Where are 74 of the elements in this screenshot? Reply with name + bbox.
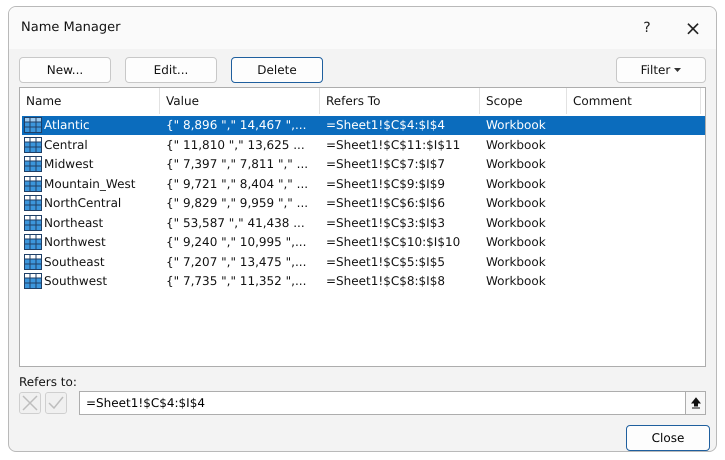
name-row[interactable]: Northwest {" 9,240 "," 10,995 ",... =Sheet1!$C$10:$I$10 Workbook — [22, 232, 705, 252]
table-cell-text: {" 9,240 "," 10,995 ",... — [165, 235, 308, 250]
table-cell-text: {" 7,735 "," 11,352 ",... — [165, 274, 308, 288]
name-row[interactable]: NorthCentral {" 9,829 "," 9,959 "," ... =Sheet1!$C$6:$I$6 Workbook — [22, 194, 705, 214]
table-cell-text: =Sheet1!$C$7:$I$7 — [325, 157, 446, 172]
close-button[interactable]: × — [670, 14, 716, 41]
table-cell-text: {" 11,810 "," 13,625 ... — [165, 138, 306, 152]
refers-to-field[interactable]: =Sheet1!$C$4:$I$4 — [79, 391, 685, 415]
table-cell: Midwest — [44, 157, 94, 172]
column-header[interactable]: Scope — [480, 88, 567, 114]
cross-icon — [22, 395, 38, 411]
table-cell: Mountain_West — [44, 176, 136, 191]
column-header[interactable]: Name — [20, 88, 160, 114]
column-header[interactable]: Refers To — [320, 88, 480, 114]
table-cell-text: =Sheet1!$C$5:$I$5 — [325, 254, 446, 269]
toolbar-button[interactable]: New... — [19, 56, 111, 83]
table-cell-text: =Sheet1!$C$4:$I$4 — [325, 118, 446, 132]
table-cell-text: {" 53,587 "," 41,438 ... — [165, 216, 306, 230]
table-cell-text: =Sheet1!$C$11:$I$11 — [325, 138, 462, 152]
table-cell-text: Workbook — [485, 254, 547, 269]
name-row[interactable]: Midwest {" 7,397 "," 7,811 "," ... =Sheet1!$C$7:$I$7 Workbook — [22, 154, 705, 174]
table-icon — [24, 176, 42, 192]
table-cell: Northwest — [44, 235, 106, 250]
check-icon — [48, 396, 64, 410]
table-cell-text: Workbook — [485, 157, 547, 172]
table-cell: Central — [44, 138, 88, 152]
filter-button[interactable]: Filter — [616, 56, 706, 83]
table-cell: Southwest — [44, 274, 108, 288]
name-row[interactable]: Southeast {" 7,207 "," 13,475 ",... =Sheet1!$C$5:$I$5 Workbook — [22, 252, 705, 272]
table-cell-text: Workbook — [485, 138, 547, 152]
table-cell: Northeast — [44, 216, 104, 230]
help-button[interactable]: ? — [624, 18, 670, 37]
table-cell-text: Workbook — [485, 274, 547, 288]
name-row[interactable]: Southwest {" 7,735 "," 11,352 ",... =Sheet1!$C$8:$I$8 Workbook — [22, 272, 705, 292]
table-cell-text: {" 7,397 "," 7,811 "," ... — [165, 157, 310, 172]
table-cell-text: {" 8,896 "," 14,467 ",... — [165, 118, 308, 132]
table-icon — [24, 273, 42, 290]
table-cell-text: Workbook — [485, 196, 547, 210]
name-row[interactable]: Central {" 11,810 "," 13,625 ... =Sheet1!$C$11:$I$11 Workbook — [22, 135, 705, 155]
refers-to-label: Refers to: — [19, 375, 78, 389]
table-cell-text: {" 7,207 "," 13,475 ",... — [165, 254, 308, 269]
table-icon — [24, 214, 42, 231]
table-icon — [24, 254, 42, 270]
close-dialog-button[interactable]: Close — [626, 425, 710, 451]
toolbar-button[interactable]: Edit... — [125, 56, 217, 83]
table-cell-text: =Sheet1!$C$6:$I$6 — [325, 196, 446, 210]
table-cell: Southeast — [44, 254, 105, 269]
table-cell-text: =Sheet1!$C$9:$I$9 — [325, 176, 446, 191]
table-cell-text: {" 9,721 "," 8,404 "," ... — [165, 176, 310, 191]
caret-icon — [674, 68, 682, 72]
name-row[interactable]: Northeast {" 53,587 "," 41,438 ... =Sheet1!$C$3:$I$3 Workbook — [22, 213, 705, 233]
table-cell: NorthCentral — [44, 196, 122, 210]
name-row[interactable]: Atlantic {" 8,896 "," 14,467 ",... =Sheet1!$C$4:$I$4 Workbook — [22, 116, 705, 136]
name-row[interactable]: Mountain_West {" 9,721 "," 8,404 "," ... =Sheet1!$C$9:$I$9 Workbook — [22, 174, 705, 194]
table-icon — [24, 234, 42, 250]
table-cell-text: =Sheet1!$C$3:$I$3 — [325, 216, 446, 230]
window-title: Name Manager — [21, 20, 122, 36]
column-header[interactable]: Value — [160, 88, 320, 114]
table-cell-text: {" 9,829 "," 9,959 "," ... — [165, 196, 310, 210]
table-cell-text: =Sheet1!$C$8:$I$8 — [325, 274, 446, 288]
table-icon — [24, 136, 42, 153]
table-icon — [24, 156, 42, 172]
table-cell-text: Workbook — [485, 118, 547, 132]
toolbar-button[interactable]: Delete — [231, 56, 323, 83]
table-cell-text: Workbook — [485, 176, 547, 191]
up-arrow-icon — [690, 397, 700, 409]
table-cell-text: =Sheet1!$C$10:$I$10 — [325, 235, 462, 250]
table-cell-text: Workbook — [485, 216, 547, 230]
table-cell: Atlantic — [44, 118, 90, 132]
table-icon — [24, 117, 42, 134]
table-cell-text: Workbook — [485, 235, 547, 250]
table-icon — [24, 195, 42, 212]
column-header[interactable]: Comment — [567, 88, 701, 114]
collapse-button[interactable] — [685, 391, 706, 415]
